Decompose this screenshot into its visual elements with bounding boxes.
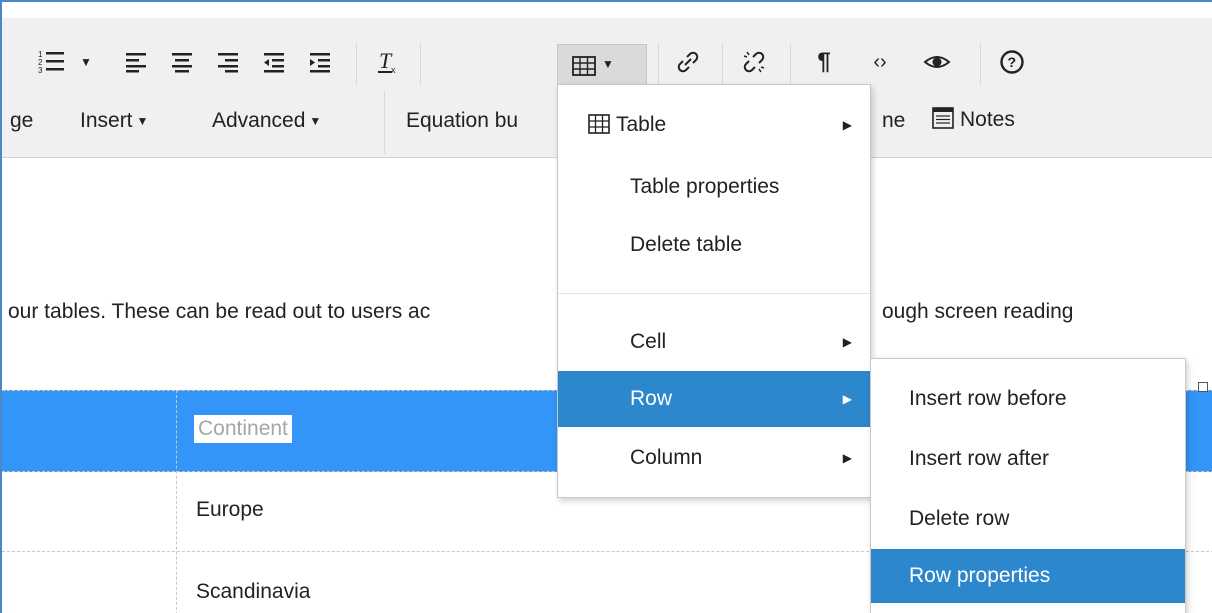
svg-text:3: 3: [38, 66, 43, 75]
notes-button[interactable]: Notes: [932, 107, 1015, 132]
insert-menu-label: Insert: [80, 109, 133, 132]
chevron-right-icon: ▶: [842, 335, 852, 349]
table-dropdown-menu: Table ▶ Table properties Delete table Ce…: [557, 84, 871, 498]
link-icon[interactable]: [666, 44, 710, 80]
toolbar-separator: [980, 44, 981, 84]
align-right-icon[interactable]: [206, 44, 250, 80]
table-column-border: [176, 390, 177, 613]
menu-partial-left[interactable]: ge: [10, 109, 33, 133]
advanced-menu[interactable]: Advanced ▼: [212, 109, 321, 133]
unlink-icon[interactable]: [732, 44, 776, 80]
paragraph-text-right: ough screen reading: [882, 300, 1074, 323]
clear-formatting-icon[interactable]: T x: [366, 44, 410, 80]
toolbar-separator: [722, 44, 723, 84]
table-icon: [588, 114, 610, 140]
equation-builder-menu[interactable]: Equation bu: [406, 109, 518, 133]
outdent-icon[interactable]: [252, 44, 296, 80]
notes-label: Notes: [960, 108, 1015, 131]
menu-item-label: Insert row after: [909, 447, 1050, 470]
preview-eye-icon[interactable]: [912, 44, 962, 80]
menu-divider: [558, 293, 870, 294]
menu-item-insert-row-before[interactable]: Insert row before: [871, 371, 1185, 427]
menu-item-label: Table: [616, 113, 667, 136]
numbered-list-icon[interactable]: 1 2 3: [30, 44, 74, 80]
notes-icon: [932, 107, 954, 129]
advanced-menu-label: Advanced: [212, 109, 306, 132]
menu-item-table[interactable]: Table ▶: [558, 95, 870, 155]
indent-icon[interactable]: [298, 44, 342, 80]
menu-item-label: Row properties: [909, 564, 1051, 587]
chevron-right-icon: ▶: [842, 118, 852, 132]
table-icon: [572, 55, 596, 82]
body-paragraph: our tables. These can be read out to use…: [8, 300, 430, 324]
chevron-down-icon: ▼: [309, 114, 322, 129]
toolbar-separator: [658, 44, 659, 84]
table-cell-continent[interactable]: Continent: [194, 415, 292, 443]
menu-item-label: Column: [630, 446, 703, 469]
menu-item-label: Insert row before: [909, 387, 1067, 410]
paragraph-text-left: our tables. These can be read out to use…: [8, 300, 431, 323]
chevron-right-icon: ▶: [842, 451, 852, 465]
menu-item-label: Delete table: [630, 233, 743, 256]
help-icon[interactable]: ?: [990, 44, 1034, 80]
menu-item-label: Row: [630, 387, 673, 410]
menu-item-delete-row[interactable]: Delete row: [871, 491, 1185, 547]
source-code-icon[interactable]: ‹›: [858, 44, 902, 80]
menu-item-delete-table[interactable]: Delete table: [558, 215, 870, 275]
menubar-separator: [384, 92, 385, 154]
row-submenu: Insert row before Insert row after Delet…: [870, 358, 1186, 613]
body-paragraph-right: ough screen reading: [882, 300, 1073, 324]
paragraph-mark-icon[interactable]: ¶: [802, 44, 846, 80]
menu-item-label: Table properties: [630, 175, 780, 198]
menu-item-insert-row-after[interactable]: Insert row after: [871, 431, 1185, 487]
svg-text:?: ?: [1008, 54, 1017, 70]
svg-text:x: x: [391, 65, 396, 75]
menu-item-table-properties[interactable]: Table properties: [558, 157, 870, 217]
table-cell-scandinavia[interactable]: Scandinavia: [196, 580, 310, 604]
toolbar-separator: [420, 44, 421, 84]
menu-item-column[interactable]: Column ▶: [558, 429, 870, 487]
menu-item-label: Delete row: [909, 507, 1010, 530]
menu-partial-right[interactable]: ne: [882, 109, 905, 133]
menu-item-cell[interactable]: Cell ▶: [558, 313, 870, 371]
table-resize-handle[interactable]: [1198, 382, 1208, 392]
menu-item-row[interactable]: Row ▶: [558, 371, 870, 427]
menu-item-row-properties[interactable]: Row properties: [871, 549, 1185, 603]
align-center-icon[interactable]: [160, 44, 204, 80]
menu-item-label: Cell: [630, 330, 667, 353]
chevron-down-icon: ▼: [602, 57, 614, 71]
table-cell-europe[interactable]: Europe: [196, 498, 264, 522]
toolbar-separator: [356, 44, 357, 84]
align-left-icon[interactable]: [114, 44, 158, 80]
editor-frame: 1 2 3 ▼ T x ▼ ¶ ‹› ? ge Insert ▼ Advance…: [0, 0, 1212, 613]
chevron-down-icon: ▼: [136, 114, 149, 129]
toolbar-row-formatting: 1 2 3 ▼ T x ▼ ¶ ‹› ?: [2, 18, 1212, 100]
chevron-right-icon: ▶: [842, 392, 852, 406]
list-dropdown-icon[interactable]: ▼: [76, 44, 96, 80]
toolbar-separator: [790, 44, 791, 84]
insert-menu[interactable]: Insert ▼: [80, 109, 148, 133]
